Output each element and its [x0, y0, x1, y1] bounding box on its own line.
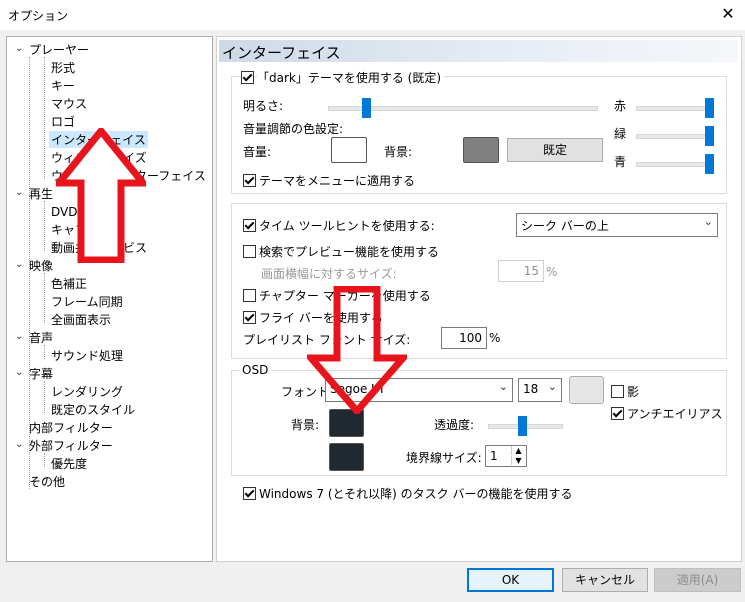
tree-item-priority[interactable]: 優先度 — [51, 455, 87, 472]
opacity-label: 透過度: — [434, 418, 475, 432]
tree-item-rendering[interactable]: レンダリング — [51, 383, 123, 400]
close-icon[interactable]: ✕ — [715, 2, 741, 26]
red-slider-thumb[interactable] — [705, 98, 714, 118]
tree-item-video[interactable]: 映像 — [29, 257, 53, 274]
tree-item-playback[interactable]: 再生 — [29, 185, 53, 202]
window-title: オプション — [8, 9, 69, 23]
options-tree[interactable]: ⌄ プレーヤー 形式 キー マウス ロゴ インターフェイス ウィンドウサイズ ウ… — [6, 36, 213, 562]
tree-item-default-style[interactable]: 既定のスタイル — [51, 401, 135, 418]
taskbar-checkbox[interactable] — [243, 487, 256, 500]
tree-item-mouse[interactable]: マウス — [51, 95, 87, 112]
playlist-font-input[interactable]: 100 — [441, 327, 487, 349]
volume-color-label: 音量調節の色設定: — [243, 122, 344, 136]
chevron-down-icon: ⌄ — [547, 380, 557, 393]
osd-background-label: 背景: — [291, 418, 320, 432]
background-label: 背景: — [384, 145, 413, 159]
background-color-swatch[interactable] — [463, 137, 499, 163]
border-size-spinner[interactable]: 1 ▲ ▼ — [485, 445, 527, 467]
flybar-checkbox[interactable] — [243, 311, 256, 324]
green-slider-track[interactable] — [636, 134, 714, 139]
blue-slider-thumb[interactable] — [705, 154, 714, 174]
brightness-slider-thumb[interactable] — [361, 98, 371, 118]
osd-legend: OSD — [239, 363, 272, 377]
green-slider-thumb[interactable] — [705, 126, 714, 146]
preview-label: 検索でプレビュー機能を使用する — [259, 245, 440, 259]
tree-item-internal-filters[interactable]: 内部フィルター — [29, 419, 113, 436]
tree-expander[interactable]: ⌄ — [15, 331, 23, 342]
apply-menu-checkbox[interactable] — [243, 174, 256, 187]
tree-expander[interactable]: ⌄ — [15, 439, 23, 450]
annotation-arrow-down-icon — [307, 286, 407, 414]
blue-slider-track[interactable] — [636, 162, 714, 167]
playlist-font-percent: % — [489, 331, 501, 345]
tooltip-position-value: シーク バーの上 — [521, 219, 609, 233]
volume-color-swatch[interactable] — [331, 137, 367, 163]
tooltip-position-select[interactable]: シーク バーの上 ⌄ — [516, 213, 718, 237]
red-slider-track[interactable] — [636, 106, 714, 111]
shadow-checkbox[interactable] — [611, 385, 624, 398]
preview-checkbox[interactable] — [243, 245, 256, 258]
tooltip-checkbox[interactable] — [243, 219, 256, 232]
chevron-down-icon: ⌄ — [498, 380, 508, 393]
tree-item-color-correction[interactable]: 色補正 — [51, 275, 87, 292]
preview-size-input[interactable]: 15 — [498, 260, 544, 282]
annotation-arrow-up-icon — [56, 128, 146, 263]
title-bar — [0, 0, 745, 30]
default-button[interactable]: 既定 — [507, 138, 603, 162]
chevron-down-icon: ⌄ — [703, 215, 713, 228]
dark-theme-checkbox[interactable] — [241, 71, 254, 84]
tree-expander[interactable]: ⌄ — [15, 43, 23, 54]
ok-button[interactable]: OK — [467, 568, 554, 592]
font-size-value: 18 — [523, 382, 539, 396]
chapter-checkbox[interactable] — [243, 289, 256, 302]
tree-item-subtitles[interactable]: 字幕 — [29, 365, 53, 382]
tree-expander[interactable]: ⌄ — [15, 187, 23, 198]
font-color-swatch[interactable] — [569, 376, 604, 404]
font-size-select[interactable]: 18 ⌄ — [518, 378, 562, 402]
tree-guide — [44, 57, 45, 179]
tooltip-label: タイム ツールヒントを使用する: — [259, 219, 435, 233]
tree-item-frame-sync[interactable]: フレーム同期 — [51, 293, 123, 310]
tree-guide — [44, 453, 45, 467]
page-title: インターフェイス — [222, 44, 341, 62]
spin-down-icon[interactable]: ▼ — [511, 456, 525, 465]
preview-size-label: 画面横幅に対するサイズ: — [261, 267, 397, 281]
antialias-label: アンチエイリアス — [627, 407, 723, 421]
tree-item-player[interactable]: プレーヤー — [29, 41, 89, 58]
opacity-slider-thumb[interactable] — [517, 416, 527, 436]
tree-item-misc[interactable]: その他 — [29, 473, 65, 490]
tree-item-fullscreen[interactable]: 全画面表示 — [51, 311, 111, 328]
spin-up-icon[interactable]: ▲ — [511, 446, 525, 455]
tree-guide — [44, 273, 45, 323]
tree-item-keys[interactable]: キー — [51, 77, 75, 94]
border-size-label: 境界線サイズ: — [406, 451, 482, 465]
brightness-label: 明るさ: — [243, 99, 284, 113]
apply-menu-label: テーマをメニューに適用する — [259, 174, 416, 188]
blue-label: 青 — [614, 155, 627, 169]
tree-expander[interactable]: ⌄ — [15, 367, 23, 378]
cancel-button[interactable]: キャンセル — [562, 568, 648, 592]
red-label: 赤 — [614, 99, 627, 113]
apply-button[interactable]: 適用(A) — [654, 568, 741, 592]
border-size-value: 1 — [490, 449, 498, 463]
tree-item-sound-processing[interactable]: サウンド処理 — [51, 347, 123, 364]
shadow-label: 影 — [627, 385, 640, 399]
antialias-checkbox[interactable] — [611, 407, 624, 420]
taskbar-label: Windows 7 (とそれ以降) のタスク バーの機能を使用する — [259, 487, 573, 501]
tree-item-external-filters[interactable]: 外部フィルター — [29, 437, 113, 454]
tree-item-format[interactable]: 形式 — [51, 59, 75, 76]
tree-guide — [44, 201, 45, 251]
volume-label: 音量: — [243, 145, 272, 159]
tree-item-audio[interactable]: 音声 — [29, 329, 53, 346]
tree-expander[interactable]: ⌄ — [15, 259, 23, 270]
tree-guide — [44, 381, 45, 413]
dark-theme-label: 「dark」テーマを使用する (既定) — [257, 69, 445, 86]
tree-guide — [44, 345, 45, 359]
osd-border-color-swatch[interactable] — [329, 443, 364, 471]
preview-size-percent: % — [546, 265, 558, 279]
green-label: 緑 — [614, 127, 627, 141]
